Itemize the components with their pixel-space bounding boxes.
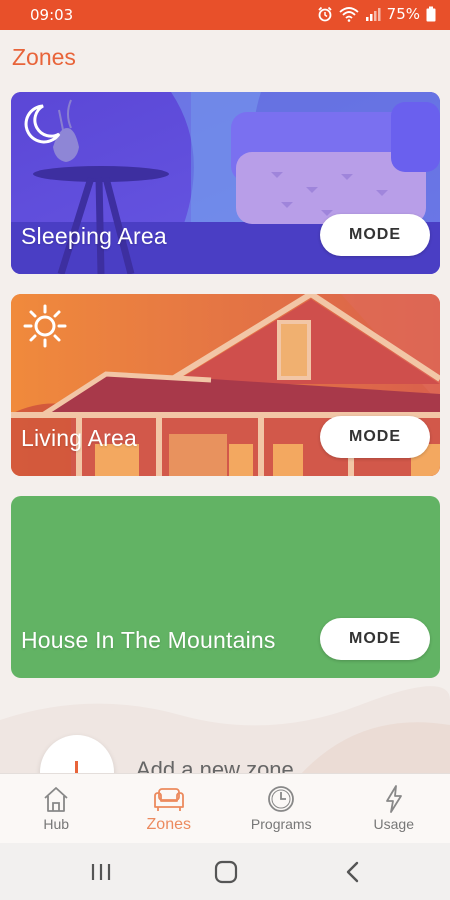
tab-programs[interactable]: Programs <box>225 774 338 843</box>
recents-icon[interactable] <box>88 859 114 885</box>
tab-label: Usage <box>373 816 414 832</box>
alarm-icon <box>318 6 332 22</box>
sofa-icon <box>153 788 184 811</box>
wifi-icon <box>339 7 359 22</box>
page-title: Zones <box>12 44 76 70</box>
moon-icon <box>24 104 61 144</box>
tab-hub[interactable]: Hub <box>0 774 113 843</box>
tab-zones[interactable]: Zones <box>113 774 226 843</box>
zone-name: Sleeping Area <box>21 223 167 249</box>
tab-usage[interactable]: Usage <box>338 774 450 843</box>
zone-card-living-area[interactable]: Living Area MODE <box>11 294 440 476</box>
battery-icon <box>426 6 436 22</box>
zone-name: Living Area <box>21 425 137 451</box>
battery-percent: 75% <box>386 5 420 23</box>
tab-label: Programs <box>250 816 312 832</box>
mode-button[interactable]: MODE <box>320 416 430 458</box>
tab-label: Zones <box>146 816 191 833</box>
status-bar: 09:03 75% <box>0 0 450 30</box>
home-icon <box>44 787 68 812</box>
status-time: 09:03 <box>30 6 74 24</box>
zone-name: House In The Mountains <box>21 627 276 653</box>
clock-icon <box>268 786 295 812</box>
back-icon[interactable] <box>340 859 366 885</box>
sun-icon <box>23 304 67 348</box>
mode-button[interactable]: MODE <box>320 618 430 660</box>
zone-card-house-in-the-mountains[interactable]: House In The Mountains MODE <box>11 496 440 678</box>
system-nav-bar <box>0 843 450 900</box>
tab-label: Hub <box>43 816 70 832</box>
status-icons: 75% <box>317 5 436 23</box>
mode-button[interactable]: MODE <box>320 214 430 256</box>
lightning-icon <box>385 785 402 813</box>
signal-icon <box>365 8 381 21</box>
zone-card-sleeping-area[interactable]: Sleeping Area MODE <box>11 92 440 274</box>
home-button-icon[interactable] <box>213 859 239 885</box>
bottom-tab-bar: Hub Zones Programs Usage <box>0 773 450 843</box>
